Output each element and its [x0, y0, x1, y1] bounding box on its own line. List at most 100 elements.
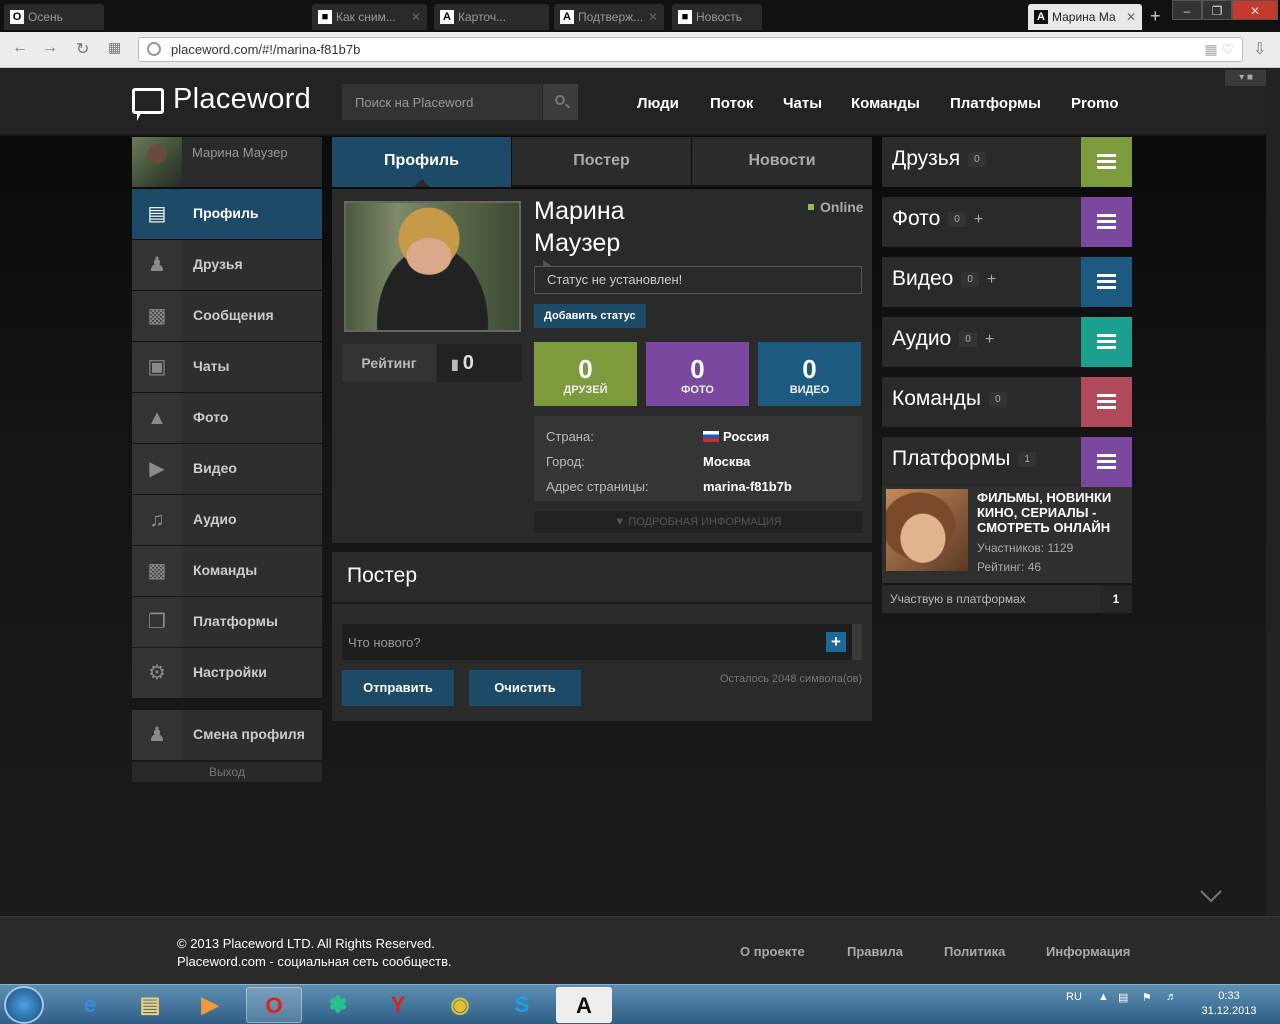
sidebar-item-platforms[interactable]: ❐ Платформы: [132, 597, 322, 647]
logout-link[interactable]: Выход: [132, 762, 322, 782]
address-value[interactable]: marina-f81b7b: [703, 479, 792, 494]
corner-menu-icon[interactable]: ▾ ■: [1225, 70, 1267, 86]
widget-count: 0: [948, 212, 966, 227]
sidebar-item-chats[interactable]: ▣ Чаты: [132, 342, 322, 392]
search-button[interactable]: [542, 84, 578, 120]
add-plus-icon[interactable]: +: [985, 331, 994, 349]
stat-videos[interactable]: 0 ВИДЕО: [758, 342, 861, 406]
sidebar-item-label: Видео: [193, 460, 237, 476]
status-text[interactable]: Статус не установлен!: [534, 260, 862, 294]
browser-tab[interactable]: A Подтверж... ✕: [554, 4, 664, 30]
widget-menu-button[interactable]: [1081, 197, 1132, 247]
volume-icon[interactable]: ♬: [1166, 991, 1177, 1003]
sidebar-item-video[interactable]: ▶ Видео: [132, 444, 322, 494]
widget-menu-button[interactable]: [1081, 377, 1132, 427]
a-app-icon[interactable]: A: [556, 987, 612, 1023]
browser-tab[interactable]: O Осень: [4, 4, 104, 30]
site-info-icon[interactable]: [147, 42, 161, 56]
search-input[interactable]: [342, 84, 542, 120]
chevron-down-icon[interactable]: [1200, 888, 1222, 904]
tab-news[interactable]: Новости: [692, 137, 872, 187]
browser-tab[interactable]: ■ Как сним... ✕: [312, 4, 427, 30]
back-icon[interactable]: ←: [12, 39, 28, 57]
tray-arrow-icon[interactable]: ▲: [1098, 991, 1109, 1003]
tab-poster[interactable]: Постер: [512, 137, 691, 187]
tab-profile[interactable]: Профиль: [332, 137, 511, 187]
input-scrollbar[interactable]: [852, 624, 862, 660]
stat-photos[interactable]: 0 ФОТО: [646, 342, 749, 406]
chrome-icon[interactable]: ◉: [432, 987, 488, 1023]
add-plus-icon[interactable]: +: [974, 211, 983, 229]
nav-people[interactable]: Люди: [637, 95, 679, 112]
stat-friends[interactable]: 0 ДРУЗЕЙ: [534, 342, 637, 406]
widget-menu-button[interactable]: [1081, 137, 1132, 187]
close-icon[interactable]: ✕: [1126, 4, 1136, 30]
start-button[interactable]: [4, 986, 44, 1024]
sidebar-item-audio[interactable]: ♫ Аудио: [132, 495, 322, 545]
search-icon: [555, 95, 565, 105]
nav-promo[interactable]: Promo: [1071, 95, 1119, 112]
window-close-button[interactable]: ✕: [1232, 0, 1278, 20]
rating-label: Рейтинг: [342, 344, 436, 382]
clear-button[interactable]: Очистить: [469, 670, 581, 706]
clock[interactable]: 0:33 31.12.2013: [1196, 989, 1262, 1019]
chars-remaining: Осталось 2048 символа(ов): [720, 673, 863, 685]
new-tab-button[interactable]: +: [1150, 6, 1161, 27]
network-icon[interactable]: ▤: [1118, 991, 1128, 1004]
sidebar-item-friends[interactable]: ♟ Друзья: [132, 240, 322, 290]
add-plus-icon[interactable]: +: [987, 271, 996, 289]
current-user-card[interactable]: Марина Маузер: [132, 137, 322, 187]
cometbird-icon[interactable]: ✽: [310, 987, 366, 1023]
switch-profile-button[interactable]: ♟ Смена профиля: [132, 710, 322, 760]
url-field[interactable]: placeword.com/#!/marina-f81b7b ▦ ♡: [138, 37, 1243, 62]
download-icon[interactable]: ⇩: [1253, 39, 1266, 59]
close-icon[interactable]: ✕: [411, 4, 421, 30]
sidebar-item-profile[interactable]: ▤ Профиль: [132, 189, 322, 239]
bookmark-heart-icon[interactable]: ▦ ♡: [1204, 41, 1234, 58]
page-scrollbar[interactable]: [1266, 68, 1280, 984]
sidebar-item-teams[interactable]: ▩ Команды: [132, 546, 322, 596]
ie-icon[interactable]: e: [62, 987, 118, 1023]
yandex-browser-icon[interactable]: Y: [370, 987, 426, 1023]
attach-plus-button[interactable]: +: [826, 632, 846, 652]
widget-menu-button[interactable]: [1081, 437, 1132, 487]
profile-photo[interactable]: [344, 201, 521, 332]
sidebar-item-messages[interactable]: ▩ Сообщения: [132, 291, 322, 341]
send-button[interactable]: Отправить: [342, 670, 454, 706]
speed-dial-icon[interactable]: ▦: [108, 39, 121, 56]
platform-image[interactable]: [886, 489, 968, 571]
widget-menu-button[interactable]: [1081, 317, 1132, 367]
more-info-toggle[interactable]: ▼ ПОДРОБНАЯ ИНФОРМАЦИЯ: [534, 511, 862, 533]
platform-members: Участников: 1129: [977, 541, 1074, 555]
maximize-button[interactable]: ❐: [1202, 0, 1232, 20]
sidebar-item-photo[interactable]: ▲ Фото: [132, 393, 322, 443]
reload-icon[interactable]: ↻: [76, 39, 89, 59]
minimize-button[interactable]: ‒: [1172, 0, 1202, 20]
opera-icon[interactable]: O: [246, 987, 302, 1023]
media-player-icon[interactable]: ▶: [182, 987, 238, 1023]
close-icon[interactable]: ✕: [648, 4, 658, 30]
skype-icon[interactable]: S: [494, 987, 550, 1023]
add-status-button[interactable]: Добавить статус: [534, 304, 646, 328]
widget-menu-button[interactable]: [1081, 257, 1132, 307]
flag-icon[interactable]: ⚑: [1142, 991, 1152, 1004]
nav-teams[interactable]: Команды: [851, 95, 920, 112]
browser-tab[interactable]: A Карточ...: [434, 4, 549, 30]
footer-link-rules[interactable]: Правила: [847, 944, 903, 959]
platform-card[interactable]: ФИЛЬМЫ, НОВИНКИ КИНО, СЕРИАЛЫ - СМОТРЕТЬ…: [882, 487, 1132, 583]
footer-link-about[interactable]: О проекте: [740, 944, 805, 959]
platform-name[interactable]: ФИЛЬМЫ, НОВИНКИ КИНО, СЕРИАЛЫ - СМОТРЕТЬ…: [977, 490, 1127, 535]
explorer-folder-icon[interactable]: ▤: [122, 987, 178, 1023]
browser-tab-active[interactable]: A Марина Ма ✕: [1028, 4, 1142, 30]
nav-chats[interactable]: Чаты: [783, 95, 822, 112]
forward-icon[interactable]: →: [42, 39, 58, 57]
platforms-footer[interactable]: Участвую в платформах 1: [882, 585, 1132, 613]
language-indicator[interactable]: RU: [1066, 991, 1082, 1003]
nav-stream[interactable]: Поток: [710, 95, 753, 112]
browser-tab[interactable]: ■ Новость: [672, 4, 762, 30]
sidebar-item-settings[interactable]: ⚙ Настройки: [132, 648, 322, 698]
nav-platforms[interactable]: Платформы: [950, 95, 1041, 112]
post-input[interactable]: [342, 624, 862, 660]
footer-link-policy[interactable]: Политика: [944, 944, 1005, 959]
footer-link-info[interactable]: Информация: [1046, 944, 1130, 959]
